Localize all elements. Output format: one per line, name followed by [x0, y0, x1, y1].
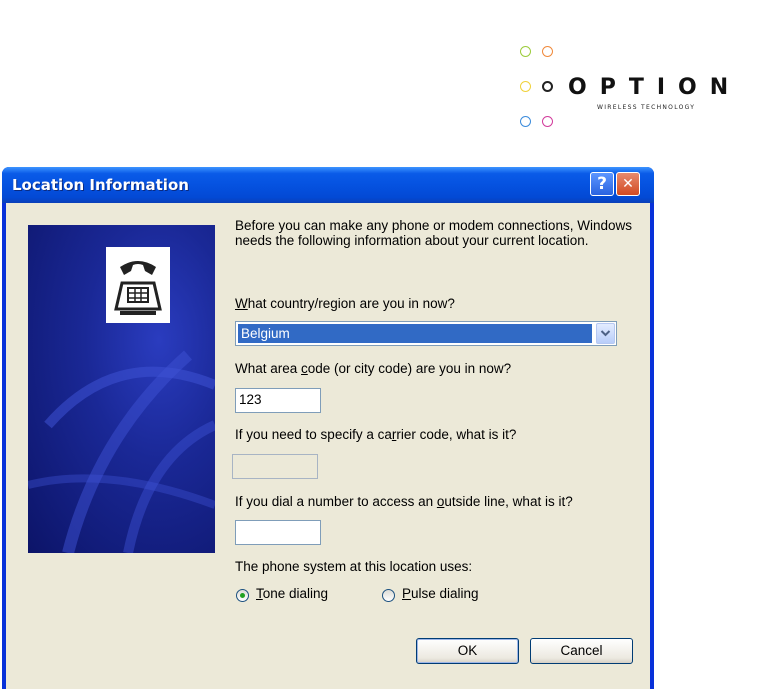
title-bar[interactable]: Location Information ? ✕	[2, 167, 654, 203]
telephone-icon	[106, 247, 170, 323]
carrier-code-label-before: If you need to specify a ca	[235, 427, 392, 442]
country-label-mnemonic: W	[235, 296, 248, 311]
chevron-down-icon[interactable]	[596, 323, 615, 344]
dialog-body: Before you can make any phone or modem c…	[6, 203, 650, 689]
carrier-code-input[interactable]	[232, 454, 318, 479]
cancel-button[interactable]: Cancel	[530, 638, 633, 664]
outside-line-label-before: If you dial a number to access an	[235, 494, 437, 509]
globe-illustration	[28, 225, 215, 553]
pulse-dialing-radio[interactable]	[382, 589, 395, 602]
outside-line-input[interactable]	[235, 520, 321, 545]
pulse-dialing-label[interactable]: Pulse dialing	[402, 586, 479, 601]
area-code-input[interactable]: 123	[235, 388, 321, 413]
intro-text: Before you can make any phone or modem c…	[235, 218, 632, 248]
country-label-rest: hat country/region are you in now?	[247, 296, 455, 311]
country-select-value: Belgium	[238, 324, 592, 343]
tone-dialing-label[interactable]: Tone dialing	[256, 586, 328, 601]
help-button[interactable]: ?	[590, 172, 614, 196]
location-information-dialog: Location Information ? ✕ Before you can …	[2, 167, 654, 689]
tone-dialing-mnemonic: T	[256, 586, 263, 601]
logo-circle-yellow	[520, 81, 531, 92]
area-code-label-before: What area	[235, 361, 302, 376]
logo-circle-magenta	[542, 116, 553, 127]
country-label: What country/region are you in now?	[235, 296, 455, 311]
phone-system-label: The phone system at this location uses:	[235, 559, 473, 574]
outside-line-label-after: utside line, what is it?	[444, 494, 573, 509]
tone-dialing-radio[interactable]	[236, 589, 249, 602]
country-select[interactable]: Belgium	[235, 321, 617, 346]
tone-dialing-rest: one dialing	[262, 586, 329, 601]
logo-circle-green	[520, 46, 531, 57]
area-code-label-mnemonic: c	[301, 361, 308, 376]
option-logo: OPTION WIRELESS TECHNOLOGY	[520, 46, 750, 141]
logo-wordmark: OPTION	[568, 75, 742, 100]
area-code-label-after: ode (or city code) are you in now?	[307, 361, 512, 376]
area-code-label: What area code (or city code) are you in…	[235, 361, 511, 376]
window-title: Location Information	[12, 176, 189, 194]
outside-line-label: If you dial a number to access an outsid…	[235, 494, 573, 509]
pulse-dialing-rest: ulse dialing	[411, 586, 479, 601]
carrier-code-label-after: rier code, what is it?	[396, 427, 517, 442]
carrier-code-label: If you need to specify a carrier code, w…	[235, 427, 516, 442]
ok-button[interactable]: OK	[416, 638, 519, 664]
logo-circle-orange	[542, 46, 553, 57]
radio-selected-dot	[240, 593, 245, 598]
close-button[interactable]: ✕	[616, 172, 640, 196]
pulse-dialing-mnemonic: P	[402, 586, 412, 601]
logo-circle-blue	[520, 116, 531, 127]
logo-circle-black	[542, 81, 553, 92]
logo-tagline: WIRELESS TECHNOLOGY	[597, 104, 696, 111]
